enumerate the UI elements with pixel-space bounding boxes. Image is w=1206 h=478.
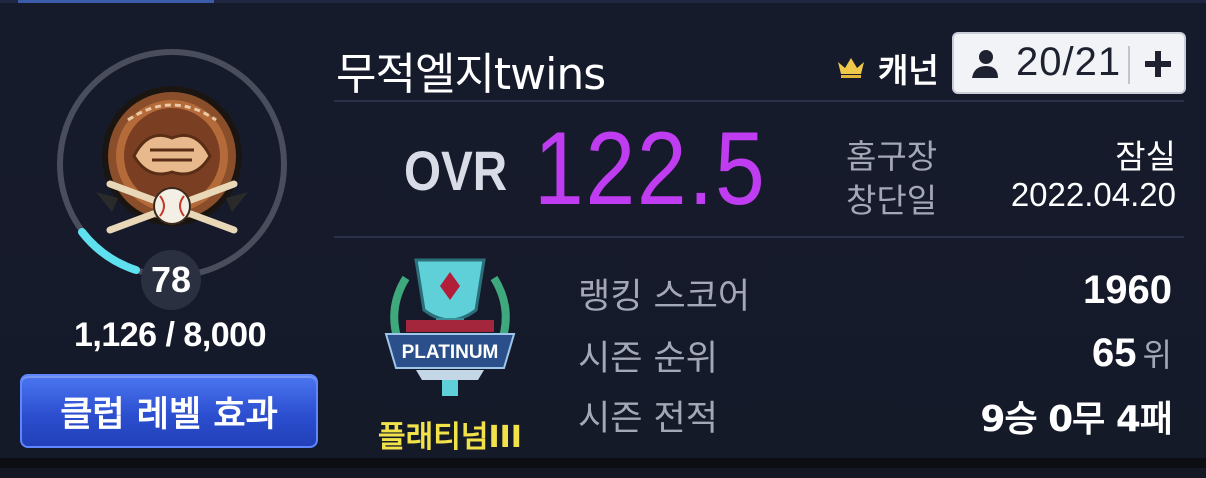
home-stadium-label: 홈구장 <box>846 137 938 176</box>
section-divider <box>334 236 1184 238</box>
platinum-league-emblem: PLATINUM <box>384 258 516 396</box>
club-emblem <box>96 86 248 234</box>
founded-date-value: 2022.04.20 <box>1010 176 1176 213</box>
rank-unit: 위 <box>1142 336 1172 374</box>
member-box-divider <box>1128 46 1130 84</box>
club-name: 무적엘지twins <box>336 49 606 100</box>
season-record-label: 시즌 전적 <box>578 399 718 439</box>
ovr-label: OVR <box>404 139 508 202</box>
season-rank-label: 시즌 순위 <box>578 339 718 379</box>
plus-icon[interactable] <box>1140 46 1176 82</box>
header-divider <box>334 100 1184 102</box>
svg-text:PLATINUM: PLATINUM <box>402 342 499 363</box>
ranking-score-value: 1960 <box>1083 268 1172 312</box>
club-level-badge: 78 <box>141 250 201 310</box>
league-tier-name: 플래티넘III <box>378 420 522 455</box>
person-icon <box>972 50 998 78</box>
captain-name: 캐넌 <box>878 51 939 90</box>
club-info-panel: 78 1,126 / 8,000 클럽 레벨 효과 무적엘지twins 캐넌 2… <box>0 0 1206 468</box>
member-count: 20/21 <box>1016 40 1122 84</box>
ovr-value: 122.5 <box>534 111 767 227</box>
tab-strip <box>0 0 1206 3</box>
founded-date-label: 창단일 <box>846 181 938 220</box>
club-level-effect-button[interactable]: 클럽 레벨 효과 <box>20 374 318 448</box>
season-record-value: 9승 0무 4패 <box>980 399 1173 440</box>
crown-icon <box>838 58 864 78</box>
member-count-box[interactable]: 20/21 <box>952 32 1186 94</box>
active-tab-indicator <box>18 0 214 3</box>
ranking-score-label: 랭킹 스코어 <box>578 277 751 317</box>
home-stadium-value: 잠실 <box>1115 137 1176 176</box>
season-rank-value: 65 위 <box>1092 331 1172 375</box>
club-exp-text: 1,126 / 8,000 <box>73 316 267 354</box>
